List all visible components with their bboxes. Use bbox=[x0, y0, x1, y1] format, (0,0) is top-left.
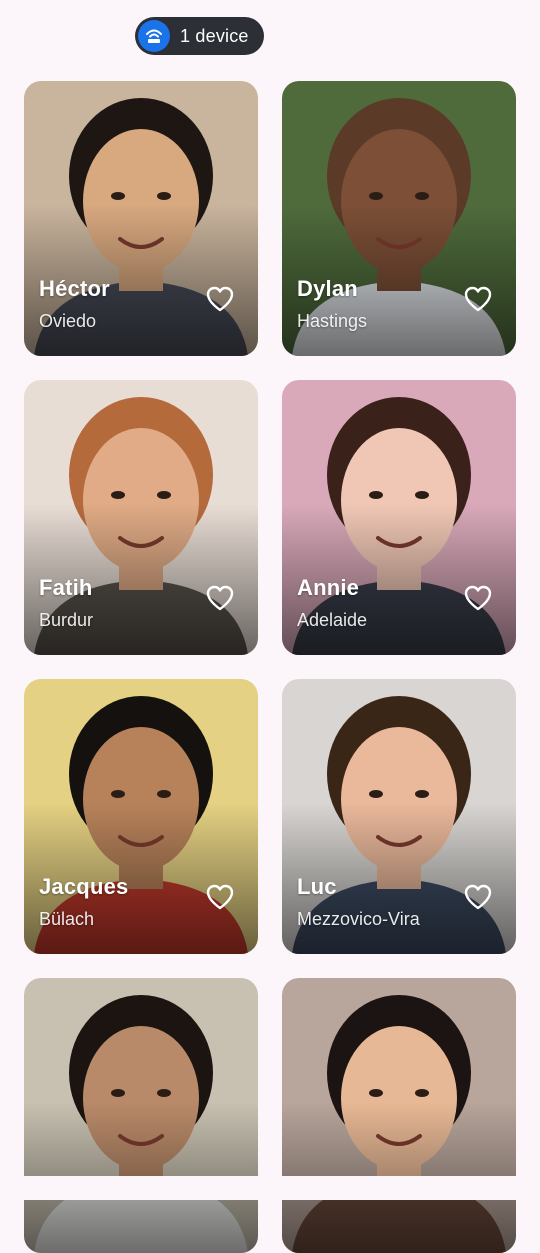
profile-card[interactable]: Annie Adelaide bbox=[282, 380, 516, 655]
profile-name: Jacques bbox=[39, 874, 129, 899]
profile-card[interactable] bbox=[24, 978, 258, 1253]
profile-city: Oviedo bbox=[39, 311, 97, 331]
heart-icon[interactable] bbox=[464, 286, 492, 312]
profile-card[interactable]: Luc Mezzovico-Vira bbox=[282, 679, 516, 954]
heart-icon[interactable] bbox=[206, 585, 234, 611]
profile-card[interactable]: Héctor Oviedo bbox=[24, 81, 258, 356]
profile-card[interactable]: Dylan Hastings bbox=[282, 81, 516, 356]
profile-city: Bülach bbox=[39, 909, 95, 929]
status-bar: 1 device bbox=[0, 0, 540, 72]
profile-name: Luc bbox=[297, 874, 337, 899]
heart-icon[interactable] bbox=[206, 286, 234, 312]
profile-city: Hastings bbox=[297, 311, 368, 331]
profile-city: Adelaide bbox=[297, 610, 368, 630]
profile-city: Mezzovico-Vira bbox=[297, 909, 420, 929]
profile-name: Héctor bbox=[39, 276, 110, 301]
profile-city: Burdur bbox=[39, 610, 94, 630]
profile-name: Dylan bbox=[297, 276, 358, 301]
heart-icon[interactable] bbox=[206, 884, 234, 910]
profile-card[interactable]: Fatih Burdur bbox=[24, 380, 258, 655]
device-count-label: 1 device bbox=[180, 25, 249, 46]
wifi-router-icon bbox=[138, 20, 170, 52]
device-pill[interactable]: 1 device bbox=[135, 17, 264, 55]
profile-card[interactable]: Jacques Bülach bbox=[24, 679, 258, 954]
nav-bar-area bbox=[0, 1176, 540, 1200]
profile-name: Fatih bbox=[39, 575, 93, 600]
profile-card[interactable] bbox=[282, 978, 516, 1253]
profile-name: Annie bbox=[297, 575, 360, 600]
heart-icon[interactable] bbox=[464, 884, 492, 910]
heart-icon[interactable] bbox=[464, 585, 492, 611]
